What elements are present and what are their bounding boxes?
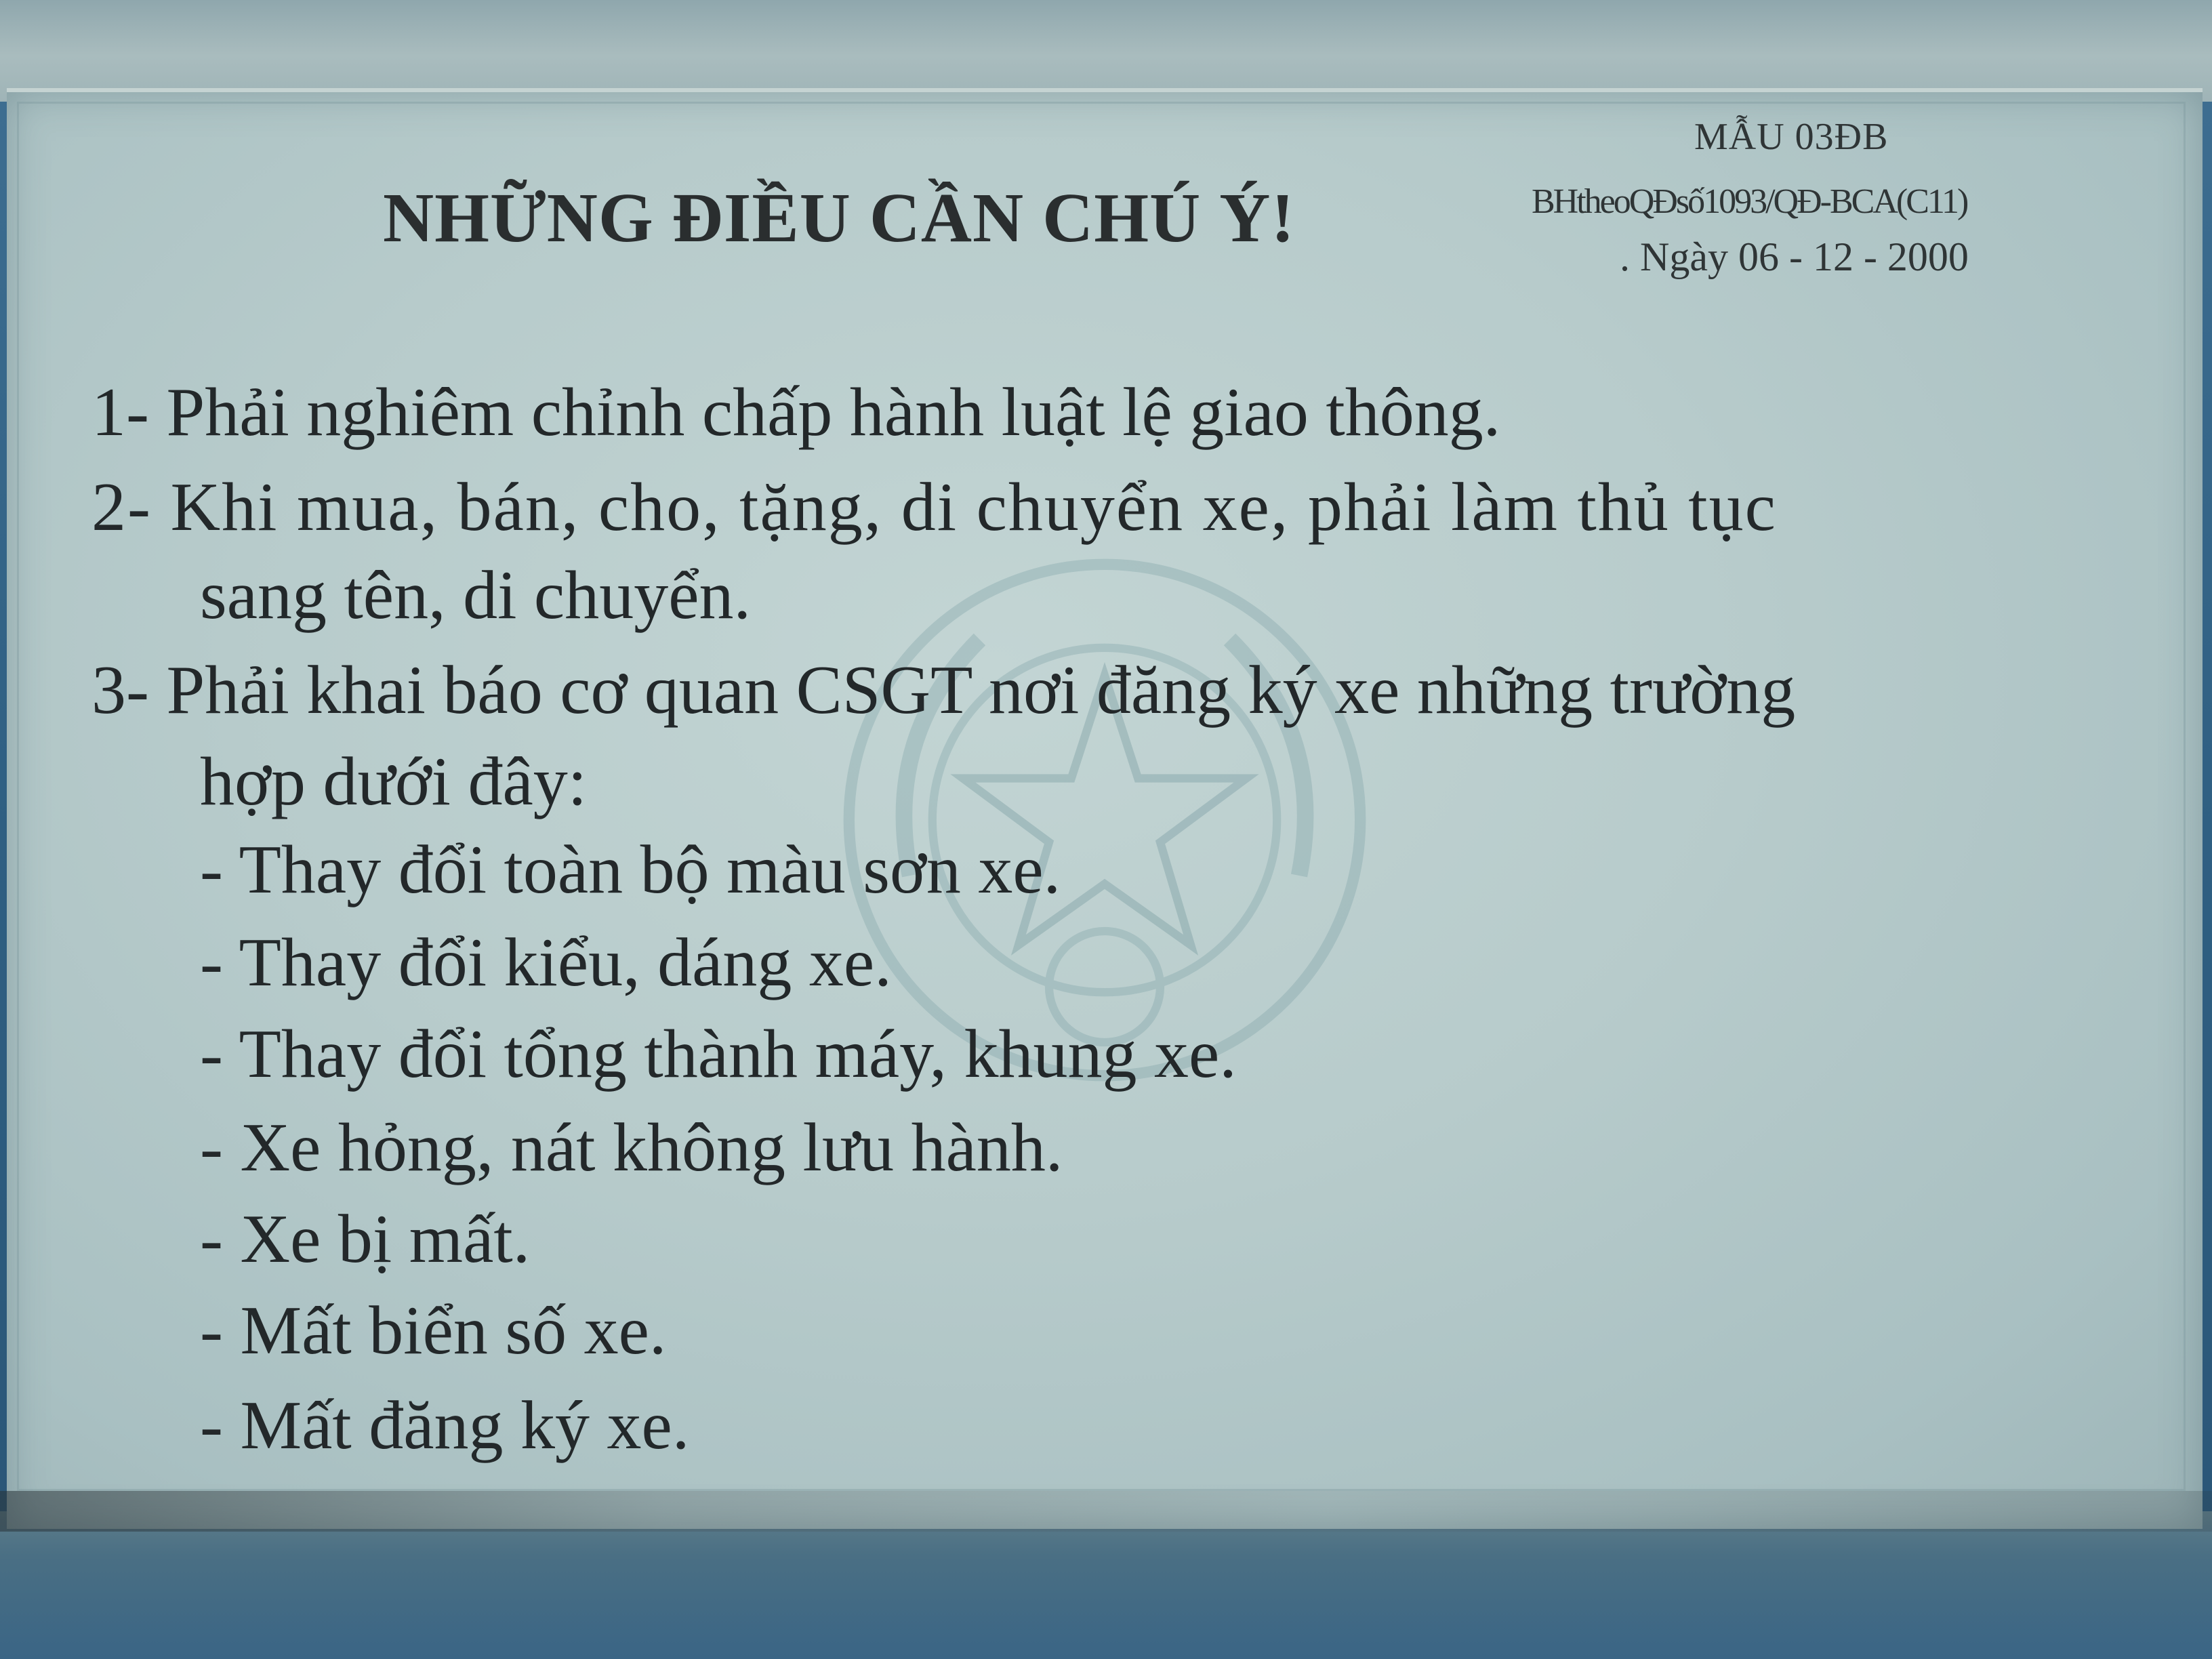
sub-item: - Xe bị mất. bbox=[200, 1201, 531, 1277]
list-item-2: 2- Khi mua, bán, cho, tặng, di chuyển xe… bbox=[91, 469, 1777, 546]
form-reference: BHtheoQĐsố1093/QĐ-BCA(C11) bbox=[1532, 182, 1969, 221]
sub-item: - Thay đổi toàn bộ màu sơn xe. bbox=[200, 832, 1061, 908]
list-item-1: 1- Phải nghiêm chỉnh chấp hành luật lệ g… bbox=[91, 374, 1501, 451]
list-item-3-continuation: hợp dưới đây: bbox=[200, 743, 588, 820]
sub-item: - Mất đăng ký xe. bbox=[200, 1387, 690, 1464]
card-text: MẪU 03ĐB BHtheoQĐsố1093/QĐ-BCA(C11) . Ng… bbox=[0, 0, 2212, 1659]
form-date: . Ngày 06 - 12 - 2000 bbox=[1620, 234, 1969, 279]
photo-scene: MẪU 03ĐB BHtheoQĐsố1093/QĐ-BCA(C11) . Ng… bbox=[0, 0, 2212, 1659]
sub-item: - Thay đổi tổng thành máy, khung xe. bbox=[200, 1016, 1237, 1092]
card-title: NHỮNG ĐIỀU CẦN CHÚ Ý! bbox=[383, 179, 1295, 257]
sub-item: - Xe hỏng, nát không lưu hành. bbox=[200, 1109, 1063, 1186]
sub-item: - Thay đổi kiểu, dáng xe. bbox=[200, 924, 892, 1001]
sub-item: - Mất biển số xe. bbox=[200, 1292, 667, 1369]
list-item-3: 3- Phải khai báo cơ quan CSGT nơi đăng k… bbox=[91, 652, 1796, 729]
form-code: MẪU 03ĐB bbox=[1694, 116, 1889, 158]
list-item-2-continuation: sang tên, di chuyển. bbox=[200, 557, 751, 634]
